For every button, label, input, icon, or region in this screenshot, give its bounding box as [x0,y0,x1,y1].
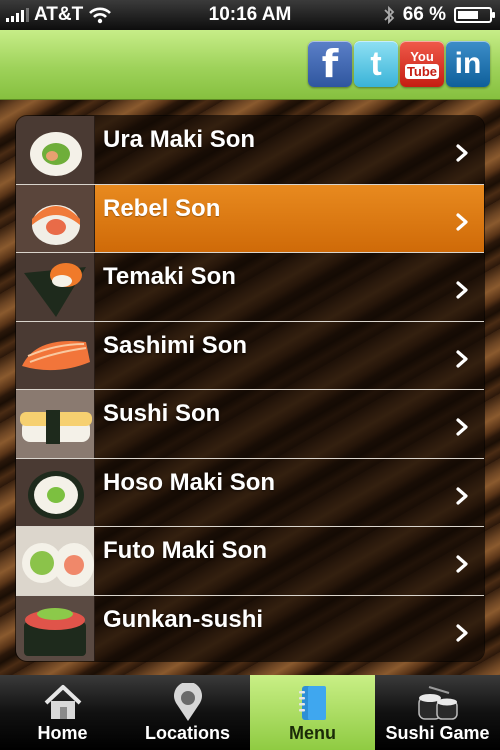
linkedin-icon: in [454,47,482,80]
chevron-right-icon [456,418,468,436]
chevron-right-icon [456,349,468,368]
youtube-button[interactable]: You Tube [400,41,444,87]
youtube-icon-top: You [410,48,434,64]
chevron-right-icon [456,486,468,505]
tab-label: Home [37,723,88,743]
home-icon [44,685,81,719]
futo-maki-thumbnail [16,527,95,595]
app-header: f t You Tube in [0,30,500,100]
menu-item-label: Sushi Son [103,400,221,427]
menu-item-label: Gunkan-sushi [103,605,264,633]
menu-item-sushi-son[interactable]: Sushi Son [16,390,484,459]
twitter-icon: t [370,44,382,83]
menu-item-sashimi-son[interactable]: Sashimi Son [16,321,484,390]
menu-list: Ura Maki Son Rebel Son Temaki Son Sashim… [15,115,485,662]
menu-item-rebel-son[interactable]: Rebel Son [16,184,484,253]
tab-label: Sushi Game [385,723,490,743]
notebook-icon [298,686,326,720]
menu-item-gunkan-sushi[interactable]: Gunkan-sushi [16,595,484,661]
sushi-icon [417,686,458,720]
chevron-right-icon [456,281,468,299]
tab-menu[interactable]: Menu [250,675,375,750]
tab-label: Locations [144,723,230,743]
chevron-right-icon [456,212,468,231]
tab-home[interactable]: Home [0,675,125,750]
menu-item-hoso-maki-son[interactable]: Hoso Maki Son [16,458,484,527]
linkedin-button[interactable]: in [446,41,490,87]
rebel-son-thumbnail [16,184,95,252]
menu-item-futo-maki-son[interactable]: Futo Maki Son [16,527,484,596]
twitter-button[interactable]: t [354,41,398,87]
status-bar: AT&T 10:16 AM 66 % [0,0,500,30]
menu-item-label: Futo Maki Son [103,537,267,564]
menu-item-label: Sashimi Son [103,331,248,359]
tab-sushi-game[interactable]: Sushi Game [375,675,500,750]
sashimi-thumbnail [16,321,95,389]
social-links: f t You Tube in [308,41,490,87]
chevron-right-icon [456,555,468,573]
gunkan-thumbnail [16,595,95,661]
menu-item-label: Rebel Son [103,194,221,222]
tab-locations[interactable]: Locations [125,675,250,750]
facebook-button[interactable]: f [308,41,352,87]
youtube-icon-bottom: Tube [404,63,440,79]
chevron-right-icon [456,623,468,642]
menu-item-label: Temaki Son [103,263,236,290]
battery-percent: 66 % [402,4,446,25]
menu-item-label: Ura Maki Son [103,126,256,153]
tab-label: Menu [289,723,336,743]
battery-icon [454,7,495,23]
temaki-thumbnail [16,253,95,321]
facebook-icon: f [321,42,339,86]
ura-maki-thumbnail [16,116,95,184]
menu-item-temaki-son[interactable]: Temaki Son [16,253,484,322]
location-pin-icon [173,683,202,721]
bluetooth-icon [384,5,394,25]
status-right-group: 66 % [383,4,495,26]
chevron-right-icon [456,144,468,162]
hoso-maki-thumbnail [16,458,95,526]
menu-item-label: Hoso Maki Son [103,468,276,496]
menu-item-ura-maki-son[interactable]: Ura Maki Son [16,116,484,185]
tab-bar: Home Locations Menu Sushi Game [0,675,500,750]
sushi-thumbnail [16,390,95,458]
